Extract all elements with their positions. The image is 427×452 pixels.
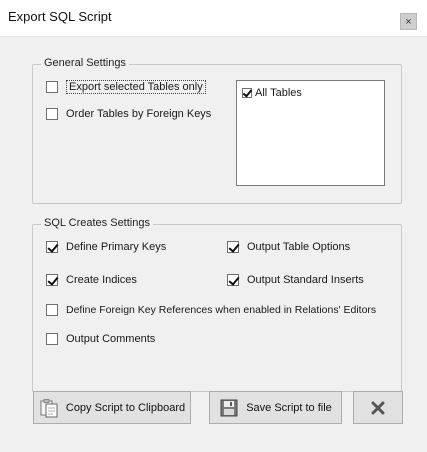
list-item-all-tables[interactable]: All Tables (242, 87, 302, 99)
export-selected-tables-checkbox[interactable] (46, 81, 58, 93)
output-standard-inserts-checkbox[interactable] (227, 274, 239, 286)
export-selected-tables-label: Export selected Tables only (66, 80, 206, 94)
output-table-options-checkbox[interactable] (227, 241, 239, 253)
sql-creates-settings-title: SQL Creates Settings (41, 217, 153, 229)
cancel-button[interactable] (353, 391, 403, 424)
cancel-x-icon (368, 398, 388, 418)
floppy-disk-icon (219, 398, 239, 418)
clipboard-icon (39, 398, 59, 418)
create-indices-checkbox[interactable] (46, 274, 58, 286)
order-by-foreign-keys-checkbox[interactable] (46, 108, 58, 120)
define-foreign-keys-label: Define Foreign Key References when enabl… (66, 304, 377, 316)
copy-to-clipboard-button[interactable]: Copy Script to Clipboard (33, 391, 191, 424)
all-tables-checkbox[interactable] (242, 88, 252, 98)
close-button[interactable]: × (400, 13, 417, 30)
save-to-file-label: Save Script to file (246, 401, 332, 414)
output-standard-inserts-label: Output Standard Inserts (247, 274, 364, 286)
dialog-title: Export SQL Script (8, 9, 112, 24)
save-to-file-button[interactable]: Save Script to file (209, 391, 342, 424)
order-by-foreign-keys-label: Order Tables by Foreign Keys (66, 108, 212, 120)
define-primary-keys-checkbox[interactable] (46, 241, 58, 253)
title-bar: Export SQL Script × (0, 0, 427, 37)
order-by-foreign-keys-option[interactable]: Order Tables by Foreign Keys (46, 108, 211, 120)
define-foreign-keys-checkbox[interactable] (46, 304, 58, 316)
output-table-options-label: Output Table Options (247, 241, 351, 253)
export-sql-dialog: Export SQL Script × General Settings Exp… (0, 0, 427, 452)
create-indices-label: Create Indices (66, 274, 137, 286)
close-icon: × (405, 16, 412, 28)
define-primary-keys-label: Define Primary Keys (66, 241, 167, 253)
copy-to-clipboard-label: Copy Script to Clipboard (65, 401, 186, 414)
output-table-options-option[interactable]: Output Table Options (227, 241, 350, 253)
define-primary-keys-option[interactable]: Define Primary Keys (46, 241, 166, 253)
export-selected-tables-option[interactable]: Export selected Tables only (46, 80, 206, 94)
tables-listbox[interactable]: All Tables (236, 80, 385, 186)
create-indices-option[interactable]: Create Indices (46, 274, 137, 286)
general-settings-title: General Settings (41, 57, 129, 69)
all-tables-label: All Tables (255, 87, 302, 99)
output-comments-option[interactable]: Output Comments (46, 333, 155, 345)
output-comments-checkbox[interactable] (46, 333, 58, 345)
output-standard-inserts-option[interactable]: Output Standard Inserts (227, 274, 364, 286)
define-foreign-keys-option[interactable]: Define Foreign Key References when enabl… (46, 304, 376, 316)
output-comments-label: Output Comments (66, 333, 156, 345)
